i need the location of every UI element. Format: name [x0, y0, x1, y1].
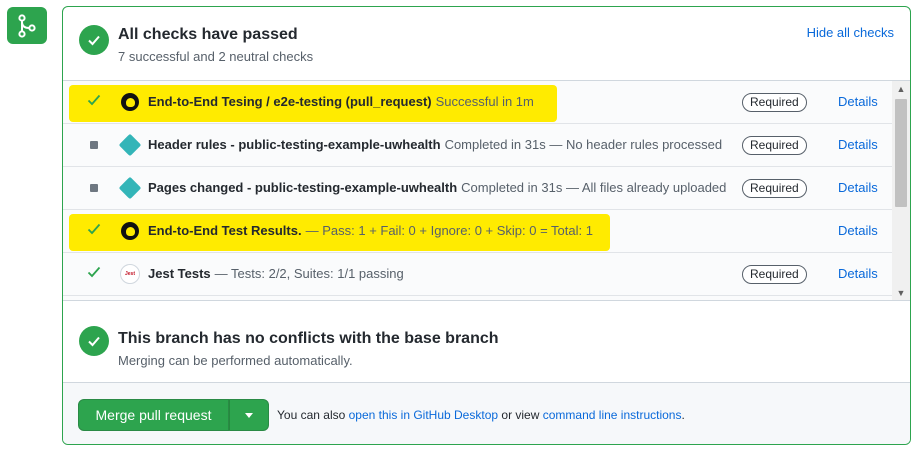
check-mark-icon — [87, 222, 101, 240]
check-description: Completed in 31s — No header rules proce… — [444, 137, 723, 152]
note-middle: or view — [501, 408, 540, 422]
merge-status-section: This branch has no conflicts with the ba… — [63, 300, 910, 382]
check-row: Pages changed - public-testing-example-u… — [63, 167, 892, 210]
check-name: Jest Tests — [148, 266, 211, 281]
status-icon — [86, 94, 102, 110]
github-actions-icon — [121, 222, 139, 240]
scroll-thumb[interactable] — [895, 99, 907, 207]
git-merge-icon — [7, 7, 47, 44]
check-row: End-to-End Tesing / e2e-testing (pull_re… — [63, 81, 892, 124]
required-badge: Required — [742, 265, 807, 284]
netlify-icon — [118, 176, 142, 200]
merge-method-dropdown-button[interactable] — [229, 399, 269, 431]
no-conflicts-subtitle: Merging can be performed automatically. — [118, 353, 353, 368]
status-icon — [86, 137, 102, 153]
note-prefix: You can also — [277, 408, 346, 422]
check-text: End-to-End Tesing / e2e-testing (pull_re… — [148, 94, 534, 109]
app-icon — [118, 133, 142, 157]
note-suffix: . — [681, 408, 685, 422]
checks-scrollbar[interactable]: ▲ ▼ — [892, 81, 910, 300]
check-mark-icon — [87, 93, 101, 111]
status-icon — [86, 180, 102, 196]
check-text: Header rules - public-testing-example-uw… — [148, 137, 722, 152]
checks-list: End-to-End Tesing / e2e-testing (pull_re… — [63, 80, 910, 300]
required-badge: Required — [742, 179, 807, 198]
required-badge: Required — [742, 136, 807, 155]
github-actions-icon — [121, 93, 139, 111]
details-link[interactable]: Details — [838, 94, 878, 109]
neutral-square-icon — [90, 184, 98, 192]
check-row: Header rules - public-testing-example-uw… — [63, 124, 892, 167]
merge-box: All checks have passed 7 successful and … — [62, 6, 911, 445]
required-badge: Required — [742, 93, 807, 112]
checks-title: All checks have passed — [118, 26, 298, 43]
app-icon: Jest — [120, 264, 140, 284]
checks-subtitle: 7 successful and 2 neutral checks — [118, 49, 314, 64]
hide-all-checks-link[interactable]: Hide all checks — [807, 25, 894, 40]
app-icon — [120, 221, 140, 241]
check-circle-icon — [79, 326, 109, 356]
open-in-desktop-link[interactable]: open this in GitHub Desktop — [349, 408, 498, 422]
scroll-down-arrow-icon[interactable]: ▼ — [892, 285, 910, 300]
netlify-icon — [118, 133, 142, 157]
check-row: Jest Jest Tests — Tests: 2/2, Suites: 1/1 … — [63, 253, 892, 296]
check-text: End-to-End Test Results. — Pass: 1 + Fail… — [148, 223, 593, 238]
merge-pull-request-button[interactable]: Merge pull request — [78, 399, 229, 431]
merge-alternatives-note: You can also open this in GitHub Desktop… — [277, 408, 685, 422]
check-description: Successful in 1m — [435, 94, 534, 109]
caret-down-icon — [245, 412, 253, 418]
check-description: — Tests: 2/2, Suites: 1/1 passing — [214, 266, 404, 281]
check-name: Header rules - public-testing-example-uw… — [148, 137, 441, 152]
check-name: End-to-End Test Results. — [148, 223, 302, 238]
details-link[interactable]: Details — [838, 180, 878, 195]
status-icon — [86, 223, 102, 239]
details-link[interactable]: Details — [838, 223, 878, 238]
neutral-square-icon — [90, 141, 98, 149]
check-text: Pages changed - public-testing-example-u… — [148, 180, 726, 195]
scroll-up-arrow-icon[interactable]: ▲ — [892, 81, 910, 97]
check-name: Pages changed - public-testing-example-u… — [148, 180, 458, 195]
app-icon — [120, 92, 140, 112]
status-icon — [86, 266, 102, 282]
check-name: End-to-End Tesing / e2e-testing (pull_re… — [148, 94, 432, 109]
details-link[interactable]: Details — [838, 266, 878, 281]
check-text: Jest Tests — Tests: 2/2, Suites: 1/1 pass… — [148, 266, 404, 281]
details-link[interactable]: Details — [838, 137, 878, 152]
jest-icon: Jest — [120, 264, 140, 284]
check-row: End-to-End Test Results. — Pass: 1 + Fail… — [63, 210, 892, 253]
command-line-instructions-link[interactable]: command line instructions — [543, 408, 682, 422]
check-circle-icon — [79, 25, 109, 55]
merge-actions: Merge pull request You can also open thi… — [63, 382, 910, 444]
no-conflicts-title: This branch has no conflicts with the ba… — [118, 330, 499, 347]
check-description: Completed in 31s — All files already upl… — [461, 180, 727, 195]
check-description: — Pass: 1 + Fail: 0 + Ignore: 0 + Skip: … — [305, 223, 593, 238]
checks-header: All checks have passed 7 successful and … — [63, 7, 910, 80]
app-icon — [118, 176, 142, 200]
check-mark-icon — [87, 265, 101, 283]
